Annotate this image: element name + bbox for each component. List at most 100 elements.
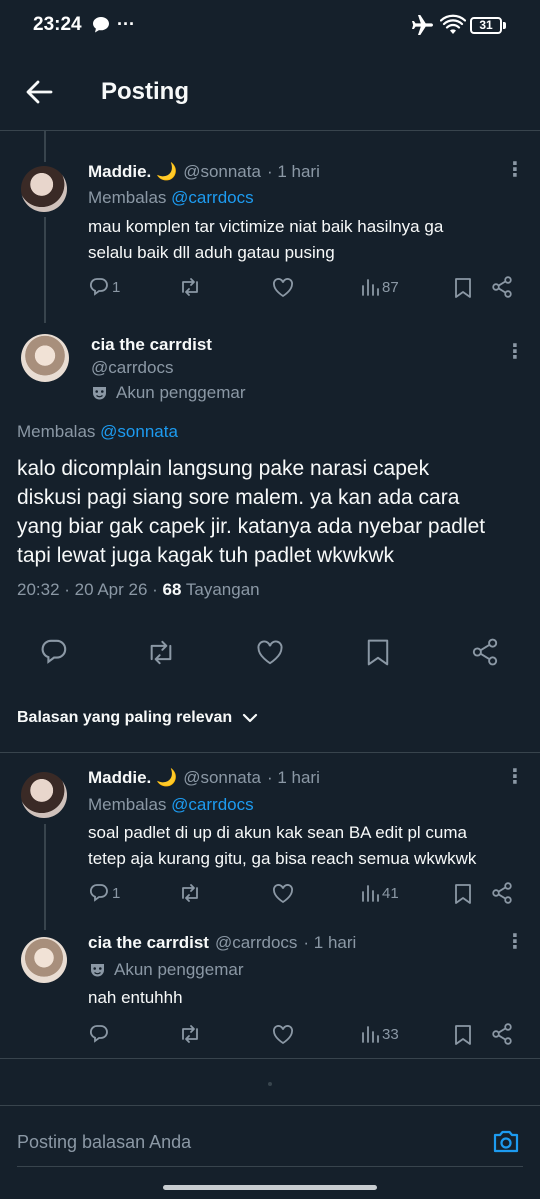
main-bookmark-button[interactable]	[366, 638, 390, 667]
main-like-button[interactable]	[256, 640, 284, 666]
reply3-share-button[interactable]	[491, 1023, 513, 1045]
reply3-name[interactable]: cia the carrdist	[88, 933, 209, 953]
main-post-views-count[interactable]: 68	[163, 580, 182, 599]
share-icon	[492, 1023, 512, 1045]
repost-icon	[182, 278, 198, 296]
airplane-mode-icon	[411, 14, 435, 36]
main-post-meta: 20:32 · 20 Apr 26 · 68 Tayangan	[17, 580, 260, 600]
reply-count: 1	[112, 278, 121, 296]
repost-icon	[182, 1025, 198, 1043]
main-post-text-line: tapi lewat juga kagak tuh padlet wkwkwk	[17, 544, 395, 567]
reply-icon	[41, 639, 67, 664]
sort-replies-dropdown[interactable]: Balasan yang paling relevan	[17, 709, 258, 727]
views-icon	[362, 279, 379, 296]
chevron-down-icon	[243, 713, 258, 723]
reply1-replying-to: Membalas @carrdocs	[88, 188, 254, 208]
reply2-time: · 1 hari	[266, 768, 320, 787]
reply2-bookmark-button[interactable]	[454, 883, 472, 905]
status-time: 23:24	[33, 14, 82, 35]
heart-icon	[257, 640, 283, 665]
mask-icon	[91, 963, 104, 976]
reply3-views-button[interactable]: 33	[361, 1024, 399, 1044]
reply1-share-button[interactable]	[491, 276, 513, 298]
page-title: Posting	[101, 78, 189, 105]
home-indicator[interactable]	[163, 1185, 377, 1190]
wifi-icon	[440, 14, 466, 36]
repost-icon	[150, 640, 172, 665]
reply2-name[interactable]: Maddie. 🌙	[88, 768, 177, 788]
views-icon	[362, 1026, 379, 1043]
bookmark-icon	[455, 884, 471, 904]
chat-notification-icon	[92, 16, 110, 34]
back-arrow-icon[interactable]	[24, 78, 54, 106]
reply-count: 1	[112, 884, 121, 902]
reply2-like-button[interactable]	[272, 884, 294, 904]
composer-divider	[0, 1105, 540, 1106]
main-share-button[interactable]	[471, 638, 499, 666]
reply1-reply-button[interactable]: 1	[89, 277, 120, 297]
repost-icon	[182, 884, 198, 902]
share-icon	[492, 882, 512, 904]
battery-cap	[503, 22, 506, 29]
replying-handle-link[interactable]: @sonnata	[100, 422, 178, 441]
fan-label: Akun penggemar	[116, 383, 246, 402]
main-post-name[interactable]: cia the carrdist	[91, 335, 212, 355]
replying-handle-link[interactable]: @carrdocs	[171, 188, 253, 207]
reply2-reply-button[interactable]: 1	[89, 883, 120, 903]
replying-handle-link[interactable]: @carrdocs	[171, 795, 253, 814]
reply2-text-line: soal padlet di up di akun kak sean BA ed…	[88, 823, 467, 842]
thread-line	[44, 217, 46, 323]
reply3-repost-button[interactable]	[178, 1024, 202, 1044]
share-icon	[492, 276, 512, 298]
reply1-text-line: mau komplen tar victimize niat baik hasi…	[88, 217, 444, 236]
replying-prefix: Membalas	[17, 422, 96, 441]
reply1-bookmark-button[interactable]	[454, 277, 472, 299]
camera-icon[interactable]	[492, 1128, 520, 1154]
thread-line	[44, 824, 46, 930]
reply3-fan-badge: Akun penggemar	[89, 960, 243, 980]
reply3-divider	[0, 1058, 540, 1059]
reply1-text-line: selalu baik dll aduh gatau pusing	[88, 243, 335, 262]
reply-input-underline	[17, 1166, 523, 1167]
main-post-more-icon[interactable]: ⋮	[505, 342, 525, 362]
header-divider	[0, 130, 540, 131]
reply2-share-button[interactable]	[491, 882, 513, 904]
reply3-bookmark-button[interactable]	[454, 1024, 472, 1046]
reply1-like-button[interactable]	[272, 278, 294, 298]
main-post-text-line: diskusi pagi siang sore malem. ya kan ad…	[17, 486, 460, 509]
avatar-maddie[interactable]	[21, 772, 67, 818]
avatar-cia[interactable]	[21, 937, 67, 983]
reply3-header: cia the carrdist @carrdocs · 1 hari	[88, 933, 356, 953]
main-post-replying-to: Membalas @sonnata	[17, 422, 178, 442]
avatar-cia[interactable]	[21, 334, 69, 382]
reply1-repost-button[interactable]	[178, 277, 202, 297]
reply-icon	[89, 1025, 108, 1043]
reply1-text: mau komplen tar victimize niat baik hasi…	[88, 214, 443, 266]
main-post-timestamp: 20:32 · 20 Apr 26 ·	[17, 580, 163, 599]
reply1-time: · 1 hari	[266, 162, 320, 181]
reply3-reply-button[interactable]	[89, 1024, 109, 1044]
views-count: 41	[382, 884, 399, 902]
reply-icon	[89, 884, 108, 902]
loading-dot	[268, 1082, 272, 1086]
avatar-maddie[interactable]	[21, 166, 67, 212]
reply2-views-button[interactable]: 41	[361, 883, 399, 903]
reply2-handle: @sonnata	[183, 768, 261, 787]
reply-input[interactable]: Posting balasan Anda	[17, 1132, 191, 1153]
mask-icon	[93, 386, 106, 399]
bookmark-icon	[455, 278, 471, 298]
reply1-name[interactable]: Maddie. 🌙	[88, 162, 177, 182]
reply2-repost-button[interactable]	[178, 883, 202, 903]
reply3-text: nah entuhhh	[88, 988, 183, 1007]
reply2-more-icon[interactable]: ⋮	[505, 767, 525, 787]
main-repost-button[interactable]	[145, 639, 177, 666]
replying-prefix: Membalas	[88, 795, 167, 814]
reply3-like-button[interactable]	[272, 1025, 294, 1045]
reply1-more-icon[interactable]: ⋮	[505, 160, 525, 180]
main-reply-button[interactable]	[40, 638, 68, 666]
views-count: 33	[382, 1025, 399, 1043]
replying-prefix: Membalas	[88, 188, 167, 207]
reply2-header: Maddie. 🌙 @sonnata · 1 hari	[88, 768, 320, 788]
reply1-views-button[interactable]: 87	[361, 277, 399, 297]
reply3-more-icon[interactable]: ⋮	[505, 932, 525, 952]
